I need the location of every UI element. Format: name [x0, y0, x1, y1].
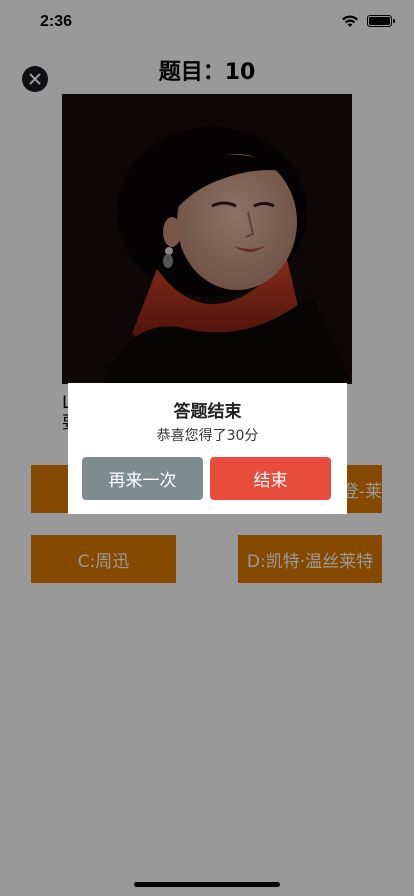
end-button[interactable]: 结束	[210, 457, 331, 500]
retry-button[interactable]: 再来一次	[82, 457, 203, 500]
dialog-message: 恭喜您得了30分	[156, 428, 259, 444]
home-indicator	[134, 882, 280, 887]
result-dialog: 答题结束 恭喜您得了30分 再来一次 结束	[68, 383, 347, 514]
dialog-title: 答题结束	[173, 402, 242, 422]
